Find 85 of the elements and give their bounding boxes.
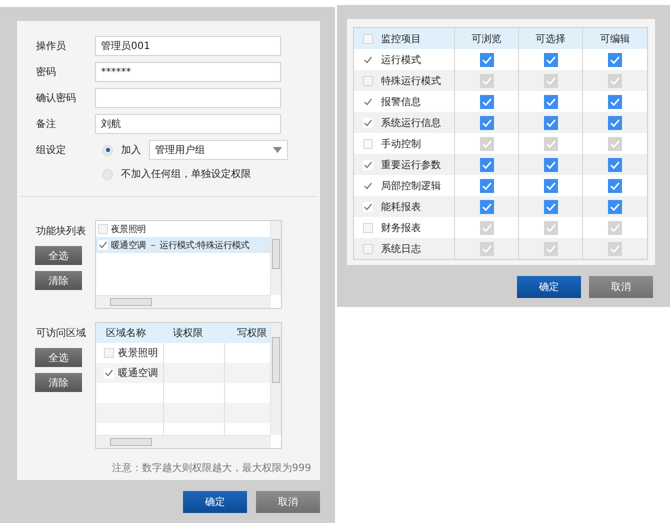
checkbox[interactable]: [363, 118, 373, 128]
ok-button[interactable]: 确定: [517, 276, 581, 298]
checkbox[interactable]: [608, 220, 622, 234]
vertical-scrollbar[interactable]: [270, 323, 281, 435]
column-header: 区域名称: [105, 326, 147, 341]
checkbox[interactable]: [608, 200, 622, 214]
section-label: 功能块列表: [36, 224, 87, 238]
table-cell-text: 手动控制: [381, 138, 421, 150]
input-field[interactable]: [95, 88, 281, 108]
ok-button[interactable]: 确定: [183, 491, 247, 513]
table-cell-text: 能耗报表: [381, 200, 421, 214]
checkbox[interactable]: [608, 94, 622, 108]
section-label: 可访问区域: [36, 326, 87, 340]
input-field[interactable]: ******: [95, 62, 281, 82]
radio-label: 不加入任何组，单独设定权限: [121, 168, 251, 181]
list-item[interactable]: 夜景照明: [96, 221, 270, 237]
dropdown-arrow-icon: [273, 147, 282, 153]
checkbox[interactable]: [480, 220, 494, 234]
table-cell-text: 暖通空调: [118, 366, 158, 380]
table-cell-text: 系统运行信息: [381, 116, 441, 130]
table-cell-text: 局部控制逻辑: [381, 180, 441, 192]
radio-button[interactable]: [102, 144, 113, 156]
checkbox[interactable]: [104, 368, 114, 378]
checkbox[interactable]: [544, 74, 558, 88]
checkbox[interactable]: [480, 116, 494, 130]
table-cell-text: 报警信息: [381, 96, 421, 108]
field-label: 操作员: [36, 40, 67, 53]
checkbox[interactable]: [608, 178, 622, 192]
side-button[interactable]: 全选: [35, 348, 82, 367]
horizontal-scrollbar[interactable]: [96, 435, 271, 448]
field-label: 组设定: [36, 144, 67, 157]
field-label: 密码: [36, 66, 57, 79]
checkbox[interactable]: [544, 94, 558, 108]
checkbox[interactable]: [608, 158, 622, 172]
checkbox[interactable]: [544, 178, 558, 192]
checkbox[interactable]: [544, 220, 558, 234]
side-button[interactable]: 清除: [35, 373, 82, 392]
checkbox[interactable]: [544, 52, 558, 66]
checkbox[interactable]: [480, 200, 494, 214]
vertical-scrollbar[interactable]: [270, 221, 281, 295]
checkbox[interactable]: [480, 242, 494, 256]
horizontal-scrollbar[interactable]: [96, 295, 271, 308]
radio-label: 加入: [121, 144, 141, 157]
column-header: 可浏览: [455, 28, 519, 49]
checkbox[interactable]: [480, 136, 494, 150]
checkbox[interactable]: [608, 136, 622, 150]
table-cell-text: 重要运行参数: [381, 158, 441, 172]
cancel-button[interactable]: 取消: [256, 491, 320, 513]
checkbox[interactable]: [480, 178, 494, 192]
checkbox[interactable]: [544, 242, 558, 256]
side-button[interactable]: 全选: [35, 246, 82, 265]
checkbox[interactable]: [608, 52, 622, 66]
checkbox[interactable]: [363, 160, 373, 170]
checkbox[interactable]: [608, 74, 622, 88]
table-cell-text: 夜景照明: [118, 346, 158, 360]
checkbox[interactable]: [544, 158, 558, 172]
table-cell-text: 系统日志: [381, 242, 421, 256]
field-label: 确认密码: [36, 92, 77, 105]
checkbox[interactable]: [608, 116, 622, 130]
checkbox[interactable]: [544, 200, 558, 214]
checkbox[interactable]: [480, 158, 494, 172]
side-button[interactable]: 清除: [35, 271, 82, 290]
group-dropdown[interactable]: 管理用户组: [149, 140, 288, 160]
checkbox[interactable]: [544, 116, 558, 130]
table-cell-text: 特殊运行模式: [381, 74, 441, 88]
table-cell-text: 财务报表: [381, 222, 421, 234]
column-header: 写权限: [236, 326, 268, 341]
checkbox[interactable]: [363, 202, 373, 212]
cancel-button[interactable]: 取消: [589, 276, 653, 298]
checkbox[interactable]: [98, 240, 108, 250]
column-header: 监控项目: [381, 32, 421, 46]
checkbox[interactable]: [608, 242, 622, 256]
checkbox[interactable]: [480, 74, 494, 88]
list-item[interactable]: 暖通空调 － 运行模式:特殊运行模式: [96, 237, 270, 253]
checkbox[interactable]: [544, 136, 558, 150]
note-text: 注意：数字越大则权限越大，最大权限为999: [112, 462, 312, 475]
input-field[interactable]: 管理员001: [95, 36, 281, 56]
field-label: 备注: [36, 118, 57, 131]
checkbox[interactable]: [480, 52, 494, 66]
table-cell-text: 运行模式: [381, 54, 421, 66]
checkbox[interactable]: [480, 94, 494, 108]
input-field[interactable]: 刘航: [95, 114, 281, 134]
column-header: 读权限: [172, 326, 204, 341]
column-header: 可选择: [519, 28, 583, 49]
column-header: 可编辑: [599, 32, 631, 46]
